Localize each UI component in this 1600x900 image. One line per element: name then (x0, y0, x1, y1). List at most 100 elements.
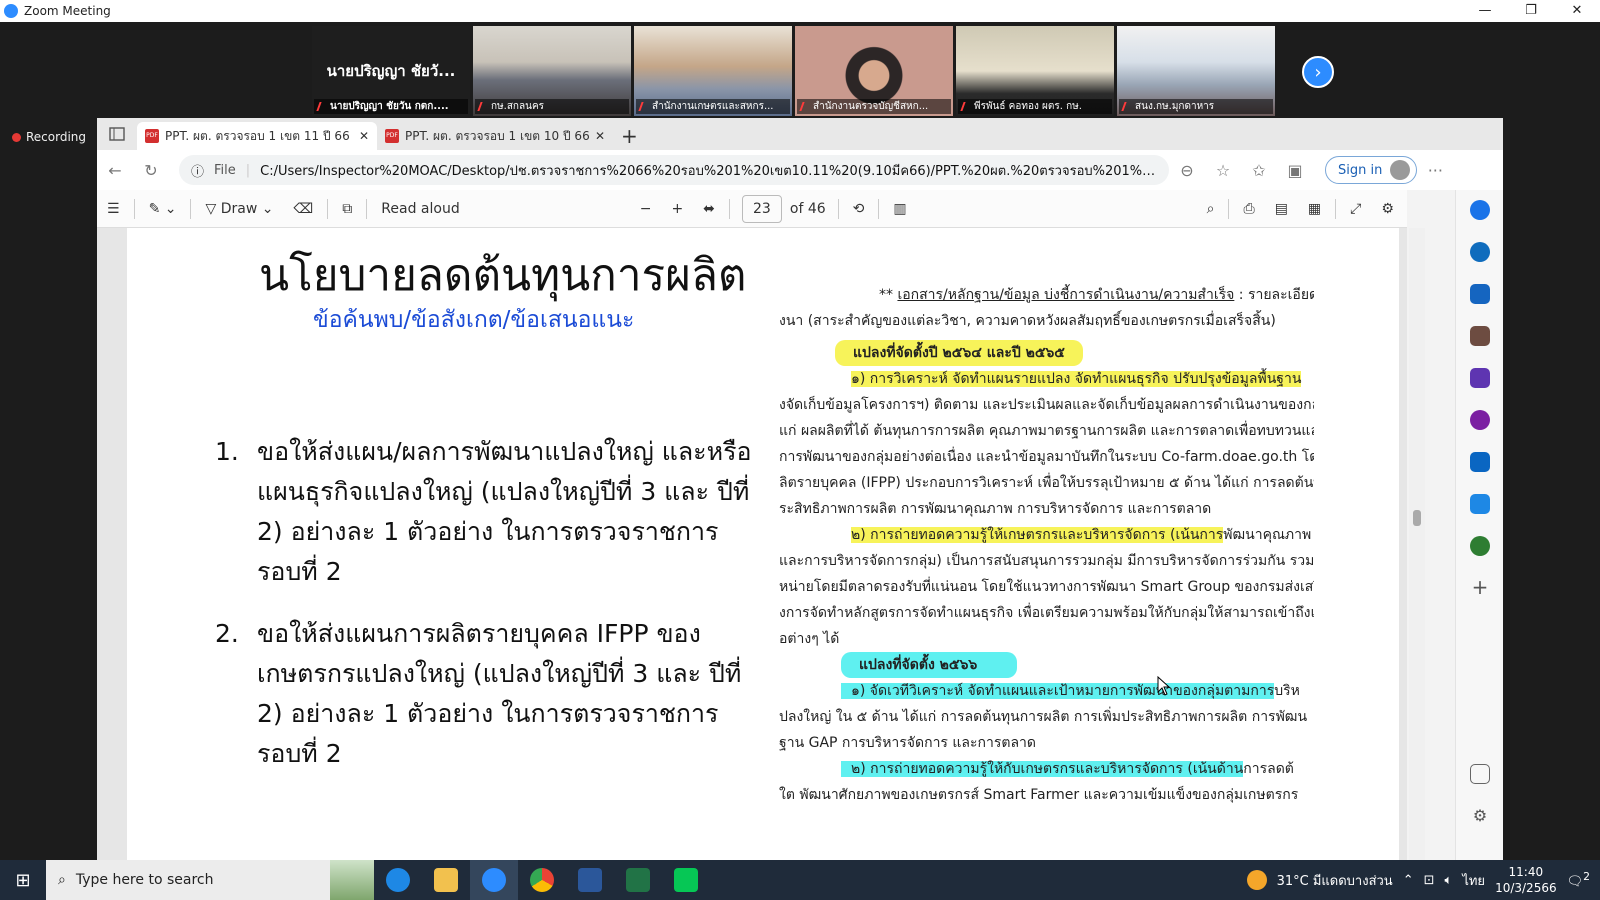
zoom-plus-icon[interactable]: + (661, 201, 693, 217)
info-icon[interactable]: ⓘ (191, 161, 204, 180)
clock-date: 10/3/2566 (1495, 881, 1557, 895)
games-icon[interactable] (1470, 368, 1490, 388)
print-icon[interactable]: ⎙ (1233, 201, 1264, 217)
taskbar-edge[interactable] (374, 860, 422, 900)
url-text[interactable]: C:/Users/Inspector%20MOAC/Desktop/ปช.ตรว… (260, 160, 1157, 181)
refresh-icon[interactable]: ↻ (133, 161, 169, 180)
text-icon[interactable]: ⧉ (332, 201, 362, 217)
tab-close-icon[interactable]: ✕ (359, 129, 369, 143)
toolbar-divider (133, 198, 135, 219)
taskbar-excel[interactable] (614, 860, 662, 900)
edge-icon (386, 868, 410, 892)
evidence-column: ** เอกสาร/หลักฐาน/ข้อมูล บ่งชี้การดำเนิน… (779, 282, 1314, 808)
rotate-icon[interactable]: ⟲ (843, 201, 875, 217)
more-menu-button[interactable]: ··· (1417, 161, 1453, 180)
tab-title: PPT. ผต. ตรวจรอบ 1 เขต 11 ปี 66 (1 (165, 128, 353, 143)
fullscreen-icon[interactable]: ⤢ (1340, 201, 1371, 217)
search-highlight-image (330, 860, 374, 900)
collections-icon[interactable]: ▣ (1277, 161, 1313, 180)
participant-caption: สำนักงานตรวจบัญชีสหก... (797, 99, 951, 114)
participant-tile[interactable]: สนง.กษ.มุกดาหาร (1117, 26, 1275, 116)
pdf-viewer[interactable]: นโยบายลดต้นทุนการผลิต ข้อค้นพบ/ข้อสังเกต… (97, 228, 1407, 860)
avatar-icon (1390, 160, 1411, 180)
taskbar-line[interactable] (662, 860, 710, 900)
page-number-input[interactable]: 23 (741, 194, 782, 223)
highlight-icon[interactable]: ✎ ⌄ (139, 201, 187, 217)
sidebar-collapse-icon[interactable] (1470, 764, 1490, 784)
address-bar[interactable]: ⓘ File | C:/Users/Inspector%20MOAC/Deskt… (179, 155, 1169, 185)
tab-actions-icon (109, 127, 125, 141)
tab-pdf-11[interactable]: PDF PPT. ผต. ตรวจรอบ 1 เขต 11 ปี 66 (1 ✕ (137, 122, 377, 150)
tab-close-icon[interactable]: ✕ (595, 129, 605, 143)
zoom-minus-icon[interactable]: − (630, 201, 662, 217)
close-button[interactable]: ✕ (1554, 0, 1600, 22)
contents-icon[interactable]: ☰ (97, 201, 130, 217)
input-language[interactable]: ไทย (1462, 870, 1485, 891)
zoom-out-icon[interactable]: ⊖ (1169, 161, 1205, 180)
file-label: File (214, 162, 236, 178)
participant-tile-active-speaker[interactable]: พีรพันธ์ คอทอง ผตร. กษ. (956, 26, 1114, 116)
tab-actions-button[interactable] (97, 118, 137, 150)
network-icon[interactable]: ⊡ (1424, 873, 1435, 888)
pdf-scrollbar[interactable] (1409, 228, 1425, 860)
eraser-icon[interactable]: ⌫ (283, 201, 323, 217)
draw-button[interactable]: ▽ Draw ⌄ (195, 201, 283, 217)
windows-start-icon[interactable]: ⊞ (0, 870, 46, 891)
sidebar-settings-icon[interactable]: ⚙ (1470, 806, 1490, 826)
settings-gear-icon[interactable]: ⚙ (1371, 201, 1404, 217)
clock[interactable]: 11:40 10/3/2566 (1495, 864, 1557, 896)
tree-icon[interactable] (1470, 536, 1490, 556)
favorites-icon[interactable]: ✩ (1241, 161, 1277, 180)
new-tab-button[interactable]: + (613, 122, 646, 150)
gallery-next-button[interactable]: › (1302, 56, 1334, 88)
participant-tile[interactable]: นายปริญญา ชัยวั... นายปริญญา ชัยวัน กตก.… (312, 26, 470, 116)
read-aloud-button[interactable]: Read aloud (371, 201, 469, 217)
system-tray: 31°C มีแดดบางส่วน ⌃ ⊡ 🔈︎ ไทย 11:40 10/3/… (1246, 860, 1600, 900)
pdf-file-icon: PDF (385, 129, 399, 143)
taskbar-chrome[interactable] (518, 860, 566, 900)
clock-time: 11:40 (1508, 865, 1544, 879)
save-icon[interactable]: ▤ (1265, 201, 1298, 217)
scrollbar-thumb[interactable] (1413, 510, 1421, 526)
notification-center-icon[interactable]: 🗨︎2 (1567, 870, 1590, 889)
taskbar-word[interactable] (566, 860, 614, 900)
tools-icon[interactable] (1470, 326, 1490, 346)
favorite-star-icon[interactable]: ☆ (1205, 161, 1241, 180)
search-icon[interactable] (1470, 200, 1490, 220)
send-icon[interactable] (1470, 494, 1490, 514)
sign-in-button[interactable]: Sign in (1325, 156, 1418, 184)
text-run: บริห (1274, 683, 1300, 699)
item-text: ขอให้ส่งแผนการผลิตรายบุคคล IFPP ของเกษตร… (257, 619, 742, 768)
taskbar-explorer[interactable] (422, 860, 470, 900)
text-line: งนา (สาระสำคัญของแต่ละวิชา, ความคาดหวังผ… (779, 313, 1276, 329)
save-as-icon[interactable]: ▦ (1298, 201, 1331, 217)
find-icon[interactable]: ⌕ (1197, 201, 1225, 217)
text-line: แก่ ผลผลิตที่ได้ ต้นทุนการการผลิต คุณภาพ… (779, 423, 1314, 439)
back-arrow-icon[interactable]: ← (97, 161, 133, 180)
add-icon[interactable]: + (1470, 577, 1490, 598)
text-line: ระสิทธิภาพการผลิต การพัฒนาคุณภาพ การบริห… (779, 501, 1212, 517)
volume-icon[interactable]: 🔈︎ (1445, 873, 1453, 888)
taskbar-search-box[interactable]: ⌕ Type here to search (46, 860, 330, 900)
bing-icon[interactable] (1470, 242, 1490, 262)
taskbar-zoom[interactable] (470, 860, 518, 900)
section-heading: แปลงที่จัดตั้ง ๒๕๖๖ (779, 652, 1314, 678)
tab-pdf-10[interactable]: PDF PPT. ผต. ตรวจรอบ 1 เขต 10 ปี 66 (9 ✕ (377, 122, 613, 150)
minimize-button[interactable]: — (1462, 0, 1508, 22)
maximize-button[interactable]: ❐ (1508, 0, 1554, 22)
address-bar-row: ← ↻ ⓘ File | C:/Users/Inspector%20MOAC/D… (97, 150, 1503, 190)
fit-page-icon[interactable]: ⬌ (693, 201, 725, 217)
office-icon[interactable] (1470, 410, 1490, 430)
text-line: การพัฒนาของกลุ่มอย่างต่อเนื่อง และนำข้อม… (779, 449, 1314, 465)
recording-indicator: Recording (12, 130, 86, 144)
page-view-icon[interactable]: ▥ (883, 201, 916, 217)
participant-tile[interactable]: สำนักงานตรวจบัญชีสหก... (795, 26, 953, 116)
chevron-up-icon[interactable]: ⌃ (1403, 873, 1414, 888)
participant-tile[interactable]: สำนักงานเกษตรและสหกร... (634, 26, 792, 116)
outlook-icon[interactable] (1470, 452, 1490, 472)
shopping-tag-icon[interactable] (1470, 284, 1490, 304)
participant-tile[interactable]: กษ.สกลนคร (473, 26, 631, 116)
text-run: การลดต้ (1243, 761, 1294, 777)
text-run: ๒) การถ่ายทอดความรู้ให้เกษตรกรและบริหารจ… (851, 527, 1224, 543)
weather-text[interactable]: 31°C มีแดดบางส่วน (1277, 870, 1393, 891)
